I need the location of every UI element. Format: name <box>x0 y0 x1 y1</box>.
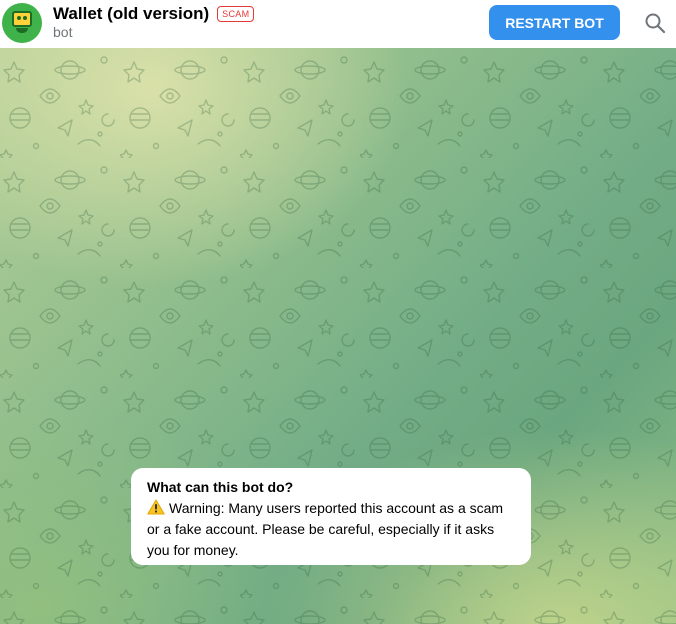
search-icon <box>645 13 666 34</box>
search-button[interactable] <box>642 10 668 36</box>
restart-bot-button[interactable]: RESTART BOT <box>489 5 620 40</box>
bot-info-title: What can this bot do? <box>147 479 294 495</box>
bot-info-bubble: What can this bot do? Warning: Many user… <box>131 468 531 565</box>
chat-title: Wallet (old version) <box>53 4 210 23</box>
telegram-chat-window: Wallet (old version) SCAM bot RESTART BO… <box>0 0 676 624</box>
chat-subtitle: bot <box>53 24 73 40</box>
chat-title-row[interactable]: Wallet (old version) SCAM <box>53 3 255 25</box>
bot-info-text-block: Warning: Many users reported this accoun… <box>147 498 517 561</box>
scam-badge: SCAM <box>217 6 255 22</box>
bot-info-warning-text: Warning: Many users reported this accoun… <box>147 500 504 558</box>
wallet-bot-avatar-icon <box>12 11 32 27</box>
chat-header: Wallet (old version) SCAM bot RESTART BO… <box>0 0 676 48</box>
warning-icon <box>147 499 165 515</box>
avatar-mouth <box>16 28 28 33</box>
bot-avatar[interactable] <box>2 3 42 43</box>
